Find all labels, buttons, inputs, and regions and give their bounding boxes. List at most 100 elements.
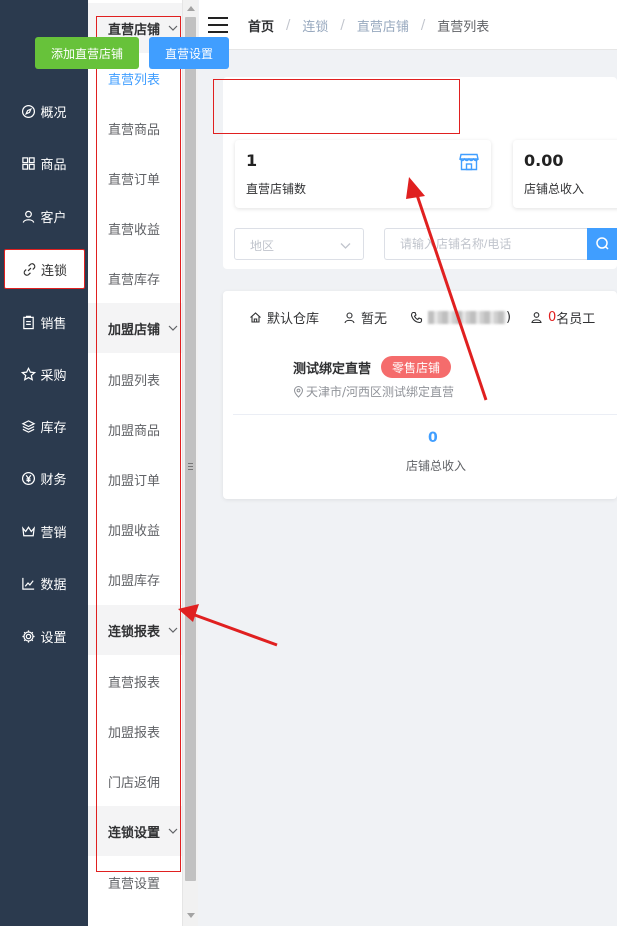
nav-item-label: 连锁 [40,263,67,279]
phone-number-redacted [428,310,506,324]
submenu-item-store-commission[interactable]: 门店返佣 [88,756,182,806]
phone-info: ) [410,308,511,326]
search-icon [596,237,609,250]
add-direct-store-button[interactable]: 添加直营店铺 [35,37,139,69]
submenu-item-franchise-stock[interactable]: 加盟库存 [88,554,182,604]
nav-item-label: 库存 [40,420,67,436]
search-button[interactable] [587,228,617,260]
nav-item-overview[interactable]: 概况 [0,91,88,131]
store-search-input[interactable] [384,228,587,260]
main-nav: 概况 商品 客户 连锁 销售 采购 库存 财务 营销 数据 设置 [0,0,88,926]
breadcrumb-separator: / [420,17,426,33]
staff-icon [531,311,542,323]
chevron-down-icon [340,243,351,249]
nav-item-settings[interactable]: 设置 [0,616,88,656]
chain-submenu: 直营店铺 直营列表 直营商品 直营订单 直营收益 直营库存 加盟店铺 加盟列表 … [88,0,182,926]
nav-item-inventory[interactable]: 库存 [0,406,88,446]
submenu-item-franchise-report[interactable]: 加盟报表 [88,706,182,756]
chevron-down-icon [168,828,178,834]
store-address-text: 天津市/河西区测试绑定直营 [306,385,455,399]
nav-item-label: 数据 [40,577,67,593]
nav-item-finance[interactable]: 财务 [0,458,88,498]
submenu-group-chain-reports[interactable]: 连锁报表 [88,605,182,655]
submenu-group-label: 加盟店铺 [108,322,161,338]
stat-label: 直营店铺数 [246,182,307,196]
warehouse-info: 默认仓库 [249,308,320,327]
stat-value: 0.00 [524,151,564,170]
submenu-scrollbar[interactable] [182,0,198,926]
hamburger-icon[interactable] [208,17,228,33]
submenu-item-franchise-list[interactable]: 加盟列表 [88,354,182,404]
badge-icon [21,366,37,381]
store-icon [459,153,479,171]
breadcrumb-separator: / [340,17,345,33]
scroll-down-arrow-icon[interactable] [187,913,195,918]
link-icon [23,262,36,276]
submenu-item-franchise-products[interactable]: 加盟商品 [88,404,182,454]
breadcrumb-separator: / [286,17,291,33]
store-card[interactable]: 默认仓库 暂无 ) 0 名员工 测试绑定直营 零售店铺 天津市/河西区测试绑定直… [223,291,617,499]
submenu-item-direct-earnings[interactable]: 直营收益 [88,203,182,253]
layers-icon [21,419,36,433]
stat-card-store-count: 1 直营店铺数 [235,140,491,208]
contact-info: 暂无 [343,308,387,327]
warehouse-name: 默认仓库 [267,311,320,327]
region-select-placeholder: 地区 [250,239,275,253]
submenu-item-franchise-orders[interactable]: 加盟订单 [88,454,182,504]
stat-label: 店铺总收入 [524,182,585,196]
stat-card-total-income: 0.00 店铺总收入 [513,140,617,208]
store-address: 天津市/河西区测试绑定直营 [293,383,454,400]
scrollbar-thumb[interactable] [185,17,196,881]
submenu-group-chain-settings[interactable]: 连锁设置 [88,806,182,856]
nav-item-data[interactable]: 数据 [0,563,88,603]
staff-count: 0 [548,309,557,325]
breadcrumb-chain[interactable]: 连锁 [302,16,328,35]
nav-item-label: 销售 [40,316,67,332]
breadcrumb-current: 直营列表 [437,19,490,35]
nav-item-label: 财务 [40,472,67,488]
grip-icon [188,463,193,470]
nav-item-customers[interactable]: 客户 [0,196,88,236]
breadcrumb-direct-stores[interactable]: 直营店铺 [357,16,409,35]
nav-item-chain[interactable]: 连锁 [4,249,85,289]
breadcrumb-home[interactable]: 首页 [248,16,274,35]
submenu-item-direct-products[interactable]: 直营商品 [88,103,182,153]
scroll-up-arrow-icon[interactable] [187,6,195,11]
submenu-item-direct-settings[interactable]: 直营设置 [88,857,182,907]
region-select[interactable]: 地区 [234,228,364,260]
staff-info: 0 名员工 [530,308,596,327]
home-icon [250,311,261,323]
user-icon [344,311,355,323]
chevron-down-icon [168,325,178,331]
staff-suffix: 名员工 [556,311,596,327]
location-pin-icon [293,385,304,398]
nav-item-label: 客户 [40,210,67,226]
nav-item-label: 营销 [40,525,67,541]
stat-value: 1 [246,151,258,170]
nav-item-products[interactable]: 商品 [0,143,88,183]
compass-icon [22,104,36,118]
submenu-group-franchise-stores[interactable]: 加盟店铺 [88,303,182,353]
direct-settings-button[interactable]: 直营设置 [149,37,229,69]
nav-item-purchase[interactable]: 采购 [0,354,88,394]
nav-item-label: 概况 [40,105,67,121]
store-income-label: 店铺总收入 [406,459,467,473]
submenu-group-label: 连锁设置 [108,825,161,841]
gear-icon [22,629,36,643]
phone-suffix: ) [506,309,512,325]
submenu-item-franchise-earnings[interactable]: 加盟收益 [88,504,182,554]
yen-icon [22,471,36,485]
breadcrumb: 首页 / 连锁 / 直营店铺 / 直营列表 [248,0,489,50]
nav-item-label: 商品 [40,157,67,173]
nav-item-marketing[interactable]: 营销 [0,511,88,551]
submenu-item-direct-report[interactable]: 直营报表 [88,656,182,706]
clipboard-icon [23,315,35,329]
submenu-group-label: 连锁报表 [108,624,161,640]
nav-item-sales[interactable]: 销售 [0,302,88,342]
store-name[interactable]: 测试绑定直营 [293,358,371,377]
grid-icon [22,156,36,170]
submenu-item-direct-stock[interactable]: 直营库存 [88,253,182,303]
chevron-down-icon [168,627,178,633]
submenu-item-direct-orders[interactable]: 直营订单 [88,153,182,203]
chevron-down-icon [168,25,178,31]
